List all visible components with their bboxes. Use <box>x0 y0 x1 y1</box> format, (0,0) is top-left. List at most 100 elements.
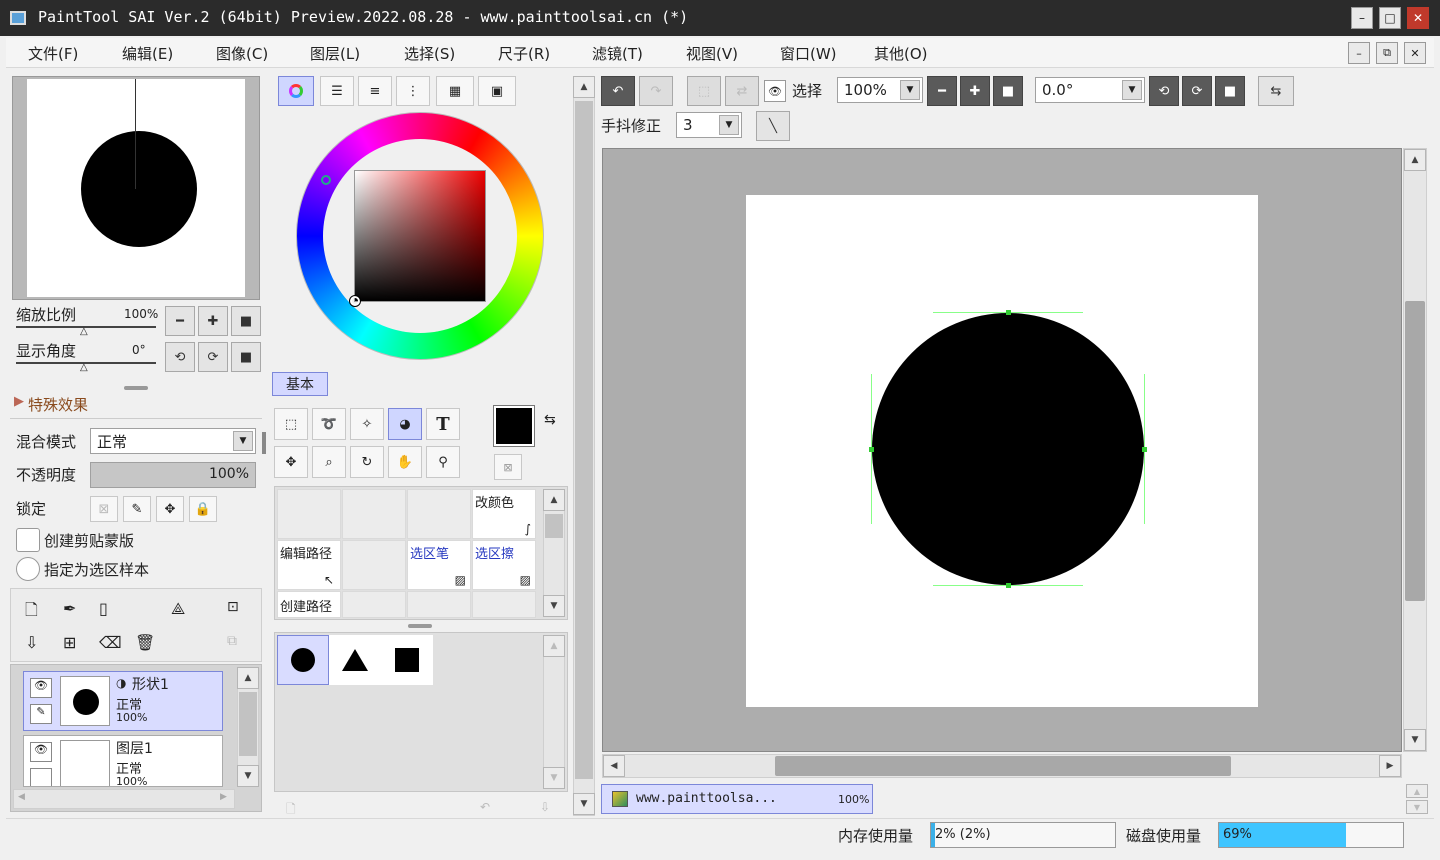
minimize-button[interactable]: – <box>1351 7 1373 29</box>
menu-image[interactable]: 图像(C) <box>216 43 268 64</box>
left-panel-splitter[interactable] <box>262 432 266 454</box>
scroll-up-icon[interactable]: ▲ <box>543 489 565 511</box>
scroll-thumb[interactable] <box>239 692 257 756</box>
palette-tab[interactable]: ▦ <box>436 76 474 106</box>
canvas-zoom-out-button[interactable]: ━ <box>927 76 957 106</box>
zoom-out-button[interactable]: ━ <box>165 306 195 336</box>
clear-layer-icon[interactable]: ⌫ <box>99 633 122 652</box>
layer-item-layer1[interactable]: 👁 图层1 正常 100% <box>23 735 223 787</box>
tabs-scroll-up-icon[interactable]: ▲ <box>1406 784 1428 798</box>
navigator-preview[interactable] <box>12 76 260 300</box>
scroll-down-icon[interactable]: ▼ <box>573 793 595 815</box>
new-shape-layer-icon[interactable]: ⟁ <box>171 599 185 619</box>
maximize-button[interactable]: □ <box>1379 7 1401 29</box>
anchor-handle[interactable] <box>869 447 874 452</box>
blend-mode-select[interactable]: 正常 ▼ <box>90 428 256 454</box>
panel-splitter[interactable] <box>408 624 432 628</box>
flip-horizontal-button[interactable]: ⇆ <box>1258 76 1294 106</box>
effects-title[interactable]: 特殊效果 <box>28 394 88 415</box>
swatches-tab[interactable]: ⋮ <box>396 76 430 106</box>
opacity-slider[interactable]: 100% <box>90 462 256 488</box>
preset-save-icon[interactable]: ⇩ <box>540 800 550 814</box>
zoom-icon[interactable]: ⌕ <box>312 446 346 478</box>
saturation-value-square[interactable] <box>349 170 486 307</box>
preset-reset-icon[interactable]: ↶ <box>480 800 490 814</box>
lock-move-icon[interactable]: ✥ <box>156 496 184 522</box>
canvas-paper[interactable] <box>746 195 1258 707</box>
tool-selection-pen[interactable]: 选区笔 ▨ <box>407 540 471 590</box>
eyedropper-icon[interactable]: ⚲ <box>426 446 460 478</box>
panel-vertical-scrollbar[interactable]: ▲ ▼ <box>573 76 595 816</box>
layer-item-shape1[interactable]: 👁 ✎ ◑ 形状1 正常 100% <box>23 671 223 731</box>
canvas-rotate-left-button[interactable]: ⟲ <box>1149 76 1179 106</box>
anchor-handle[interactable] <box>1006 583 1011 588</box>
sv-cursor[interactable] <box>349 295 361 307</box>
new-layer-icon[interactable]: 🗋 <box>25 599 38 626</box>
tabs-scroll-down-icon[interactable]: ▼ <box>1406 800 1428 814</box>
eye-icon[interactable]: 👁 <box>30 678 52 698</box>
hand-icon[interactable]: ✋ <box>388 446 422 478</box>
menu-edit[interactable]: 编辑(E) <box>122 43 173 64</box>
delete-layer-icon[interactable]: 🗑 <box>135 633 155 652</box>
menu-window[interactable]: 窗口(W) <box>780 43 837 64</box>
scroll-up-icon[interactable]: ▲ <box>573 76 595 98</box>
lock-all-icon[interactable]: 🔒 <box>189 496 217 522</box>
rotate-view-icon[interactable]: ↻ <box>350 446 384 478</box>
lasso-icon[interactable]: ➰ <box>312 408 346 440</box>
mdi-minimize-button[interactable]: – <box>1348 42 1370 64</box>
zoom-reset-button[interactable]: ■ <box>231 306 261 336</box>
canvas-vscrollbar[interactable]: ▲ ▼ <box>1403 148 1427 752</box>
scroll-right-icon[interactable]: ▶ <box>220 792 227 802</box>
magic-wand-icon[interactable]: ✧ <box>350 408 384 440</box>
selection-visible-icon[interactable]: 👁 <box>764 80 786 102</box>
scroll-thumb[interactable] <box>545 514 563 538</box>
anchor-handle[interactable] <box>1142 447 1147 452</box>
shape-triangle-preset[interactable] <box>329 635 381 685</box>
scroll-thumb[interactable] <box>1405 301 1425 601</box>
scratchpad-tab[interactable]: ▣ <box>478 76 516 106</box>
menu-file[interactable]: 文件(F) <box>28 43 78 64</box>
canvas-zoom-reset-button[interactable]: ■ <box>993 76 1023 106</box>
scroll-up-icon[interactable]: ▲ <box>543 635 565 657</box>
shape-circle[interactable] <box>872 313 1144 585</box>
scroll-down-icon[interactable]: ▼ <box>543 595 565 617</box>
hue-cursor[interactable] <box>321 175 331 185</box>
document-tab[interactable]: www.painttoolsa... 100% <box>601 784 873 814</box>
scroll-down-icon[interactable]: ▼ <box>237 765 259 787</box>
shape-tool-icon[interactable]: ◕ <box>388 408 422 440</box>
rotate-left-button[interactable]: ⟲ <box>165 342 195 372</box>
scroll-down-icon[interactable]: ▼ <box>1404 729 1426 751</box>
layer-mask-icon[interactable]: ⊡ <box>227 599 239 615</box>
clip-mask-checkbox[interactable] <box>16 528 40 552</box>
scroll-right-icon[interactable]: ▶ <box>1379 755 1401 777</box>
angle-slider-thumb[interactable]: △ <box>80 362 88 373</box>
menu-ruler[interactable]: 尺子(R) <box>498 43 550 64</box>
mdi-close-button[interactable]: ✕ <box>1404 42 1426 64</box>
layer-list-scrollbar[interactable]: ▲ ▼ <box>237 667 259 787</box>
merge-layers-icon[interactable]: ⊞ <box>63 633 76 652</box>
undo-button[interactable]: ↶ <box>601 76 635 106</box>
invert-selection-button[interactable]: ⇄ <box>725 76 759 106</box>
line-tool-button[interactable]: ╲ <box>756 111 790 141</box>
panel-splitter[interactable] <box>124 386 148 390</box>
copy-layer-icon[interactable]: ⧉ <box>227 633 237 649</box>
canvas-viewport[interactable] <box>602 148 1402 752</box>
layer-list-hscrollbar[interactable]: ◀ ▶ <box>13 789 235 809</box>
tool-selection-eraser[interactable]: 选区擦 ▨ <box>472 540 536 590</box>
shape-circle-preset[interactable] <box>277 635 329 685</box>
pencil-icon[interactable]: ✎ <box>30 704 52 724</box>
tool-create-path[interactable]: 创建路径 <box>277 591 341 618</box>
scroll-thumb[interactable] <box>575 101 593 779</box>
canvas-rotate-reset-button[interactable]: ■ <box>1215 76 1245 106</box>
shape-presets-scrollbar[interactable]: ▲ ▼ <box>543 635 565 789</box>
canvas-hscrollbar[interactable]: ◀ ▶ <box>602 754 1402 778</box>
effects-expand-icon[interactable]: ▶ <box>14 394 24 409</box>
tool-recolor[interactable]: 改颜色 ∫ <box>472 489 536 539</box>
zoom-in-button[interactable]: ✚ <box>198 306 228 336</box>
rotate-right-button[interactable]: ⟳ <box>198 342 228 372</box>
canvas-angle-select[interactable]: 0.0° ▼ <box>1035 77 1145 103</box>
anchor-handle[interactable] <box>1006 310 1011 315</box>
new-group-icon[interactable]: ▯ <box>99 599 108 618</box>
tool-edit-path[interactable]: 编辑路径 ↖ <box>277 540 341 590</box>
shape-square-preset[interactable] <box>381 635 433 685</box>
